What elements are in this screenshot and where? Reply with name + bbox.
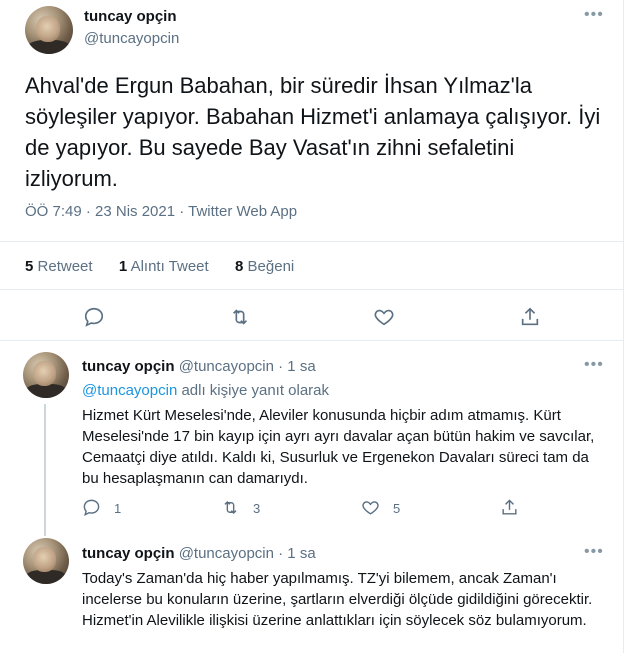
avatar[interactable] — [23, 352, 69, 398]
reply-to-handle[interactable]: @tuncayopcin — [82, 382, 177, 399]
more-horizontal-icon[interactable]: ••• — [584, 356, 604, 374]
share-icon[interactable] — [500, 498, 519, 517]
retweet-icon[interactable] — [229, 306, 251, 328]
reply-time[interactable]: · 1 sa — [278, 358, 316, 375]
retweet-count: 3 — [253, 501, 261, 516]
avatar[interactable] — [23, 538, 69, 584]
author-handle[interactable]: @tuncayopcin — [84, 30, 179, 47]
like-icon[interactable] — [373, 306, 395, 328]
reply-time[interactable]: · 1 sa — [278, 545, 316, 562]
tweet-timestamp[interactable]: ÖÖ 7:49 · 23 Nis 2021 · Twitter Web App — [25, 203, 297, 220]
retweet-icon[interactable] — [221, 498, 240, 517]
author-name[interactable]: tuncay opçin — [82, 358, 175, 375]
tweet-text: Ahval'de Ergun Babahan, bir süredir İhsa… — [25, 73, 601, 191]
tweet-stats: 5 Retweet 1 Alıntı Tweet 8 Beğeni — [25, 258, 294, 275]
like-stat[interactable]: 8 Beğeni — [235, 258, 294, 275]
reply-icon[interactable] — [82, 498, 101, 517]
author-name[interactable]: tuncay opçin — [84, 8, 177, 25]
like-count: 5 — [393, 501, 401, 516]
reply-text: Today's Zaman'da hiç haber yapılmamış. T… — [82, 570, 593, 629]
author-handle[interactable]: @tuncayopcin — [179, 358, 274, 375]
reply-header: tuncay opçin @tuncayopcin · 1 sa — [82, 358, 316, 375]
replying-to: @tuncayopcin adlı kişiye yanıt olarak — [82, 382, 330, 399]
reply-icon[interactable] — [83, 306, 105, 328]
reply-count: 1 — [114, 501, 122, 516]
more-horizontal-icon[interactable]: ••• — [584, 6, 604, 24]
more-horizontal-icon[interactable]: ••• — [584, 543, 604, 561]
tweet-thread: tuncay opçin @tuncayopcin ••• Ahval'de E… — [0, 0, 624, 653]
reply-header: tuncay opçin @tuncayopcin · 1 sa — [82, 545, 316, 562]
quote-stat[interactable]: 1 Alıntı Tweet — [119, 258, 209, 275]
retweet-stat[interactable]: 5 Retweet — [25, 258, 93, 275]
author-handle[interactable]: @tuncayopcin — [179, 545, 274, 562]
author-name[interactable]: tuncay opçin — [82, 545, 175, 562]
reply-text: Hizmet Kürt Meselesi'nde, Aleviler konus… — [82, 407, 595, 487]
share-icon[interactable] — [519, 306, 541, 328]
like-icon[interactable] — [361, 498, 380, 517]
avatar[interactable] — [25, 6, 73, 54]
